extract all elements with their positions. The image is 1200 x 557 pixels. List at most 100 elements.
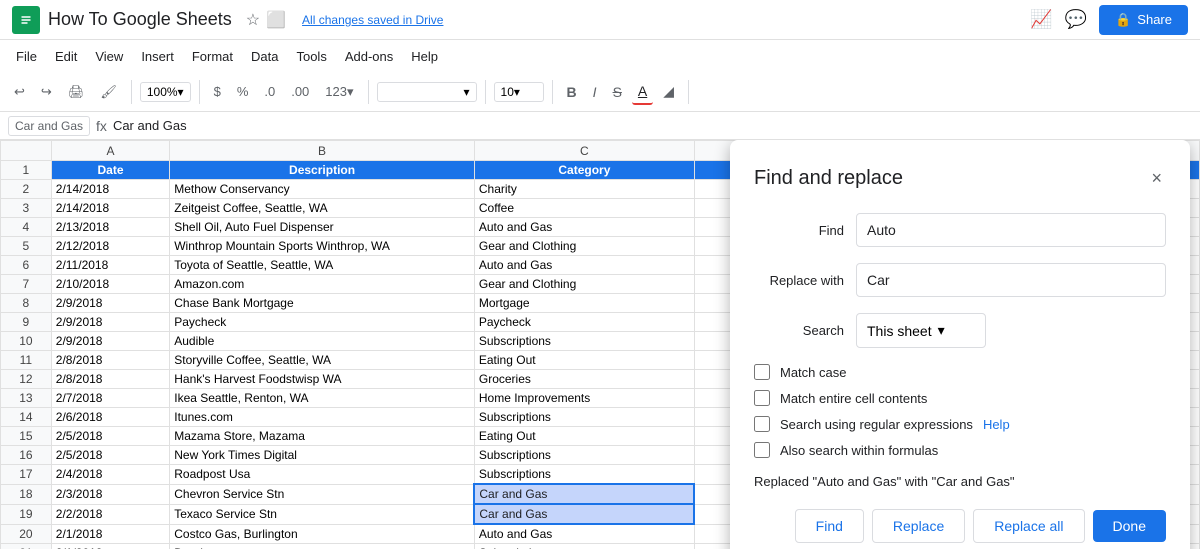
currency-btn[interactable]: $ bbox=[208, 80, 227, 103]
menu-format[interactable]: Format bbox=[184, 45, 241, 68]
cell-a-13[interactable]: 2/7/2018 bbox=[51, 389, 169, 408]
format-type-btn[interactable]: 123▾ bbox=[319, 80, 359, 104]
cell-b-2[interactable]: Methow Conservancy bbox=[170, 180, 475, 199]
cell-c-17[interactable]: Subscriptions bbox=[474, 465, 694, 485]
strikethrough-btn[interactable]: S bbox=[607, 80, 628, 104]
replace-input[interactable] bbox=[856, 263, 1166, 297]
bold-btn[interactable]: B bbox=[561, 80, 583, 104]
menu-tools[interactable]: Tools bbox=[288, 45, 334, 68]
regex-help-link[interactable]: Help bbox=[983, 417, 1010, 432]
redo-btn[interactable]: ↪ bbox=[35, 80, 58, 104]
cell-c-19[interactable]: Car and Gas bbox=[474, 504, 694, 524]
cell-a-14[interactable]: 2/6/2018 bbox=[51, 408, 169, 427]
cell-a-9[interactable]: 2/9/2018 bbox=[51, 313, 169, 332]
cell-b-18[interactable]: Chevron Service Stn bbox=[170, 484, 475, 504]
decimal-less-btn[interactable]: .0 bbox=[258, 80, 281, 103]
cell-c-14[interactable]: Subscriptions bbox=[474, 408, 694, 427]
undo-btn[interactable]: ↩ bbox=[8, 80, 31, 104]
print-btn[interactable]: 🖨 bbox=[62, 80, 91, 104]
match-entire-checkbox[interactable] bbox=[754, 390, 770, 406]
menu-data[interactable]: Data bbox=[243, 45, 286, 68]
cell-c-15[interactable]: Eating Out bbox=[474, 427, 694, 446]
cell-b-4[interactable]: Shell Oil, Auto Fuel Dispenser bbox=[170, 218, 475, 237]
cell-c-6[interactable]: Auto and Gas bbox=[474, 256, 694, 275]
cell-a-5[interactable]: 2/12/2018 bbox=[51, 237, 169, 256]
cell-c-20[interactable]: Auto and Gas bbox=[474, 524, 694, 544]
decimal-more-btn[interactable]: .00 bbox=[285, 80, 315, 103]
col-header-a[interactable]: A bbox=[51, 141, 169, 161]
cell-a-19[interactable]: 2/2/2018 bbox=[51, 504, 169, 524]
cell-c-13[interactable]: Home Improvements bbox=[474, 389, 694, 408]
drive-icon[interactable]: ⬜ bbox=[266, 10, 286, 30]
chart-icon[interactable]: 📈 bbox=[1030, 9, 1052, 30]
cell-b-14[interactable]: Itunes.com bbox=[170, 408, 475, 427]
regex-checkbox[interactable] bbox=[754, 416, 770, 432]
cell-b-9[interactable]: Paycheck bbox=[170, 313, 475, 332]
cell-c-5[interactable]: Gear and Clothing bbox=[474, 237, 694, 256]
zoom-selector[interactable]: 100%▾ bbox=[140, 82, 191, 102]
cell-a-7[interactable]: 2/10/2018 bbox=[51, 275, 169, 294]
cell-b-7[interactable]: Amazon.com bbox=[170, 275, 475, 294]
header-category[interactable]: Category bbox=[474, 161, 694, 180]
cell-c-12[interactable]: Groceries bbox=[474, 370, 694, 389]
header-date[interactable]: Date bbox=[51, 161, 169, 180]
font-family-selector[interactable]: ▾ bbox=[377, 82, 477, 102]
cell-b-5[interactable]: Winthrop Mountain Sports Winthrop, WA bbox=[170, 237, 475, 256]
italic-btn[interactable]: I bbox=[587, 80, 603, 104]
cell-c-21[interactable]: Subscriptions bbox=[474, 544, 694, 550]
cell-b-3[interactable]: Zeitgeist Coffee, Seattle, WA bbox=[170, 199, 475, 218]
cell-a-15[interactable]: 2/5/2018 bbox=[51, 427, 169, 446]
cell-b-13[interactable]: Ikea Seattle, Renton, WA bbox=[170, 389, 475, 408]
find-input[interactable] bbox=[856, 213, 1166, 247]
cell-a-18[interactable]: 2/3/2018 bbox=[51, 484, 169, 504]
font-size-selector[interactable]: 10▾ bbox=[494, 82, 544, 102]
cell-a-4[interactable]: 2/13/2018 bbox=[51, 218, 169, 237]
share-button[interactable]: 🔒 Share bbox=[1099, 5, 1188, 35]
fill-color-btn[interactable]: ◢ bbox=[657, 79, 680, 104]
col-header-b[interactable]: B bbox=[170, 141, 475, 161]
cell-a-20[interactable]: 2/1/2018 bbox=[51, 524, 169, 544]
col-header-c[interactable]: C bbox=[474, 141, 694, 161]
cell-a-2[interactable]: 2/14/2018 bbox=[51, 180, 169, 199]
cell-b-8[interactable]: Chase Bank Mortgage bbox=[170, 294, 475, 313]
cell-a-21[interactable]: 2/1/2018 bbox=[51, 544, 169, 550]
cell-c-10[interactable]: Subscriptions bbox=[474, 332, 694, 351]
cell-b-6[interactable]: Toyota of Seattle, Seattle, WA bbox=[170, 256, 475, 275]
cell-c-2[interactable]: Charity bbox=[474, 180, 694, 199]
cell-a-6[interactable]: 2/11/2018 bbox=[51, 256, 169, 275]
cell-b-21[interactable]: Dropbox bbox=[170, 544, 475, 550]
cell-b-19[interactable]: Texaco Service Stn bbox=[170, 504, 475, 524]
cell-b-12[interactable]: Hank's Harvest Foodstwisp WA bbox=[170, 370, 475, 389]
find-btn[interactable]: Find bbox=[795, 509, 864, 543]
underline-btn[interactable]: A bbox=[632, 79, 653, 105]
formula-value[interactable]: Car and Gas bbox=[113, 118, 187, 133]
cell-c-16[interactable]: Subscriptions bbox=[474, 446, 694, 465]
cell-b-16[interactable]: New York Times Digital bbox=[170, 446, 475, 465]
menu-insert[interactable]: Insert bbox=[133, 45, 182, 68]
header-description[interactable]: Description bbox=[170, 161, 475, 180]
cell-a-10[interactable]: 2/9/2018 bbox=[51, 332, 169, 351]
match-case-checkbox[interactable] bbox=[754, 364, 770, 380]
menu-help[interactable]: Help bbox=[403, 45, 446, 68]
cell-a-11[interactable]: 2/8/2018 bbox=[51, 351, 169, 370]
cell-c-4[interactable]: Auto and Gas bbox=[474, 218, 694, 237]
cell-c-11[interactable]: Eating Out bbox=[474, 351, 694, 370]
cell-a-3[interactable]: 2/14/2018 bbox=[51, 199, 169, 218]
menu-addons[interactable]: Add-ons bbox=[337, 45, 401, 68]
cell-a-17[interactable]: 2/4/2018 bbox=[51, 465, 169, 485]
done-btn[interactable]: Done bbox=[1093, 510, 1166, 542]
replace-all-btn[interactable]: Replace all bbox=[973, 509, 1084, 543]
paint-format-btn[interactable]: 🖌 bbox=[94, 80, 123, 104]
cell-b-17[interactable]: Roadpost Usa bbox=[170, 465, 475, 485]
comment-icon[interactable]: 💬 bbox=[1065, 9, 1087, 30]
cell-c-9[interactable]: Paycheck bbox=[474, 313, 694, 332]
percent-btn[interactable]: % bbox=[231, 80, 255, 103]
menu-edit[interactable]: Edit bbox=[47, 45, 85, 68]
dialog-close-btn[interactable]: × bbox=[1147, 164, 1166, 193]
cell-ref[interactable]: Car and Gas bbox=[8, 116, 90, 136]
cell-b-15[interactable]: Mazama Store, Mazama bbox=[170, 427, 475, 446]
star-icon[interactable]: ☆ bbox=[246, 10, 260, 30]
cell-a-8[interactable]: 2/9/2018 bbox=[51, 294, 169, 313]
cell-b-11[interactable]: Storyville Coffee, Seattle, WA bbox=[170, 351, 475, 370]
search-dropdown[interactable]: This sheet ▾ bbox=[856, 313, 986, 348]
